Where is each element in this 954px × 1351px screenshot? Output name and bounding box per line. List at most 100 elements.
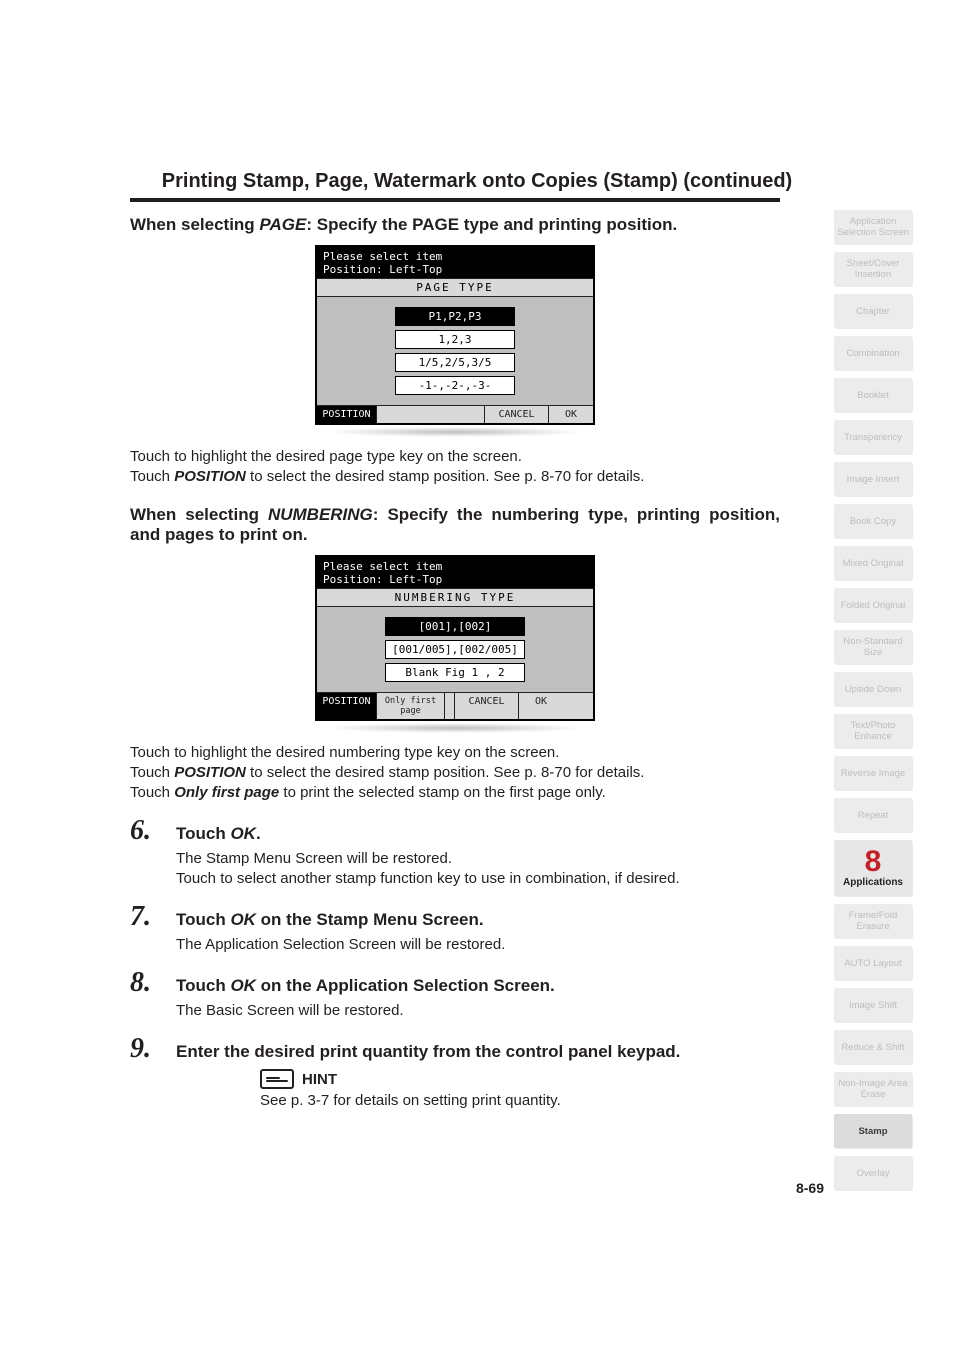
step-6: 6. Touch OK. The Stamp Menu Screen will … — [130, 817, 780, 889]
lcd-option[interactable]: 1,2,3 — [395, 330, 515, 349]
lcd-section-label: PAGE TYPE — [317, 278, 593, 297]
step-9: 9. Enter the desired print quantity from… — [130, 1035, 780, 1109]
text-em: Only first page — [174, 784, 279, 801]
sidebar-item[interactable]: Non-Standard Size — [834, 630, 912, 664]
lcd-header: Please select item Position: Left-Top — [317, 247, 593, 278]
hint-block: HINT See p. 3-7 for details on setting p… — [260, 1069, 780, 1109]
sidebar-item[interactable]: Combination — [834, 336, 912, 370]
step-title: Touch OK on the Application Selection Sc… — [176, 976, 555, 996]
step-number: 6. — [130, 817, 164, 845]
text: When selecting — [130, 215, 259, 234]
text: : Specify the PAGE type and printing pos… — [306, 215, 677, 234]
sidebar-item[interactable]: Repeat — [834, 798, 912, 832]
lcd-option[interactable]: [001],[002] — [385, 617, 525, 636]
text: Touch — [130, 784, 174, 801]
sidebar-item[interactable]: Frame/Fold Erasure — [834, 904, 912, 938]
lcd-line1: Please select item — [323, 250, 587, 263]
lcd-line1: Please select item — [323, 560, 587, 573]
page-number: 8-69 — [796, 1180, 824, 1196]
text-em: PAGE — [259, 215, 306, 234]
text-em: OK — [230, 910, 256, 929]
sidebar-item[interactable]: Application Selection Screen — [834, 210, 912, 244]
lcd-cancel-button[interactable]: CANCEL — [485, 406, 549, 423]
sidebar-item[interactable]: Overlay — [834, 1156, 912, 1190]
text: Enter the desired print quantity from th… — [176, 1042, 680, 1061]
lcd-shadow — [325, 723, 585, 733]
step-number: 8. — [130, 969, 164, 997]
step-title: Touch OK on the Stamp Menu Screen. — [176, 910, 484, 930]
hint-icon — [260, 1069, 294, 1089]
sidebar-item[interactable]: Booklet — [834, 378, 912, 412]
lcd-ok-button[interactable]: OK — [549, 406, 593, 423]
lcd-shadow — [325, 427, 585, 437]
text-em: OK — [230, 824, 256, 843]
header-rule — [130, 198, 780, 202]
text: Touch — [130, 468, 174, 485]
step-body-line: The Basic Screen will be restored. — [176, 1001, 780, 1021]
step-title: Touch OK. — [176, 824, 261, 844]
text: on the Application Selection Screen. — [256, 976, 555, 995]
sidebar-item[interactable]: Reduce & Shift — [834, 1030, 912, 1064]
step-body-line: Touch to select another stamp function k… — [176, 869, 780, 889]
text: to select the desired stamp position. Se… — [246, 468, 645, 485]
sidebar-item[interactable]: Transparency — [834, 420, 912, 454]
lcd-page-type: Please select item Position: Left-Top PA… — [315, 245, 595, 425]
text: to select the desired stamp position. Se… — [246, 764, 645, 781]
sidebar-item[interactable]: Text/Photo Enhance — [834, 714, 912, 748]
badge-number: 8 — [865, 849, 882, 875]
sidebar-item[interactable]: Sheet/Cover Insertion — [834, 252, 912, 286]
lcd-numbering-type: Please select item Position: Left-Top NU… — [315, 555, 595, 721]
sidebar-item[interactable]: Non-Image Area Erase — [834, 1072, 912, 1106]
lcd-option[interactable]: Blank Fig 1 , 2 — [385, 663, 525, 682]
hint-label: HINT — [302, 1071, 337, 1088]
text-em: OK — [230, 976, 256, 995]
section-page-heading: When selecting PAGE: Specify the PAGE ty… — [130, 215, 780, 235]
text-line: Touch to highlight the desired page type… — [130, 447, 780, 467]
lcd-spacer — [445, 693, 455, 719]
sidebar-item[interactable]: Folded Original — [834, 588, 912, 622]
lcd-option[interactable]: -1-,-2-,-3- — [395, 376, 515, 395]
text-em: POSITION — [174, 764, 246, 781]
text: When selecting — [130, 505, 268, 524]
sidebar-item[interactable]: Reverse Image — [834, 756, 912, 790]
lcd-option[interactable]: [001/005],[002/005] — [385, 640, 525, 659]
sidebar-item[interactable]: Chapter — [834, 294, 912, 328]
sidebar-item-stamp[interactable]: Stamp — [834, 1114, 912, 1148]
text: to print the selected stamp on the first… — [279, 784, 606, 801]
section-numbering-para: Touch to highlight the desired numbering… — [130, 743, 780, 803]
step-7: 7. Touch OK on the Stamp Menu Screen. Th… — [130, 903, 780, 955]
step-body-line: The Stamp Menu Screen will be restored. — [176, 849, 780, 869]
lcd-cancel-button[interactable]: CANCEL — [455, 693, 519, 719]
lcd-spacer — [377, 406, 485, 423]
text: Touch — [130, 764, 174, 781]
sidebar-item[interactable]: AUTO Layout — [834, 946, 912, 980]
lcd-section-label: NUMBERING TYPE — [317, 588, 593, 607]
lcd-position-button[interactable]: POSITION — [317, 406, 377, 423]
page-title: Printing Stamp, Page, Watermark onto Cop… — [0, 170, 954, 193]
lcd-only-first-page-button[interactable]: Only first page — [377, 693, 445, 719]
section-numbering-heading: When selecting NUMBERING: Specify the nu… — [130, 505, 780, 545]
lcd-line2: Position: Left-Top — [323, 263, 587, 276]
hint-text: See p. 3-7 for details on setting print … — [260, 1092, 780, 1109]
sidebar-item[interactable]: Image Insert — [834, 462, 912, 496]
section-page-para: Touch to highlight the desired page type… — [130, 447, 780, 487]
lcd-header: Please select item Position: Left-Top — [317, 557, 593, 588]
text: . — [256, 824, 261, 843]
text-em: POSITION — [174, 468, 246, 485]
text-em: NUMBERING — [268, 505, 373, 524]
lcd-option[interactable]: 1/5,2/5,3/5 — [395, 353, 515, 372]
lcd-position-button[interactable]: POSITION — [317, 693, 377, 719]
lcd-option[interactable]: P1,P2,P3 — [395, 307, 515, 326]
sidebar-item[interactable]: Book Copy — [834, 504, 912, 538]
sidebar-item[interactable]: Mixed Original — [834, 546, 912, 580]
text-line: Touch to highlight the desired numbering… — [130, 743, 780, 763]
sidebar-badge-applications[interactable]: 8 Applications — [834, 840, 912, 896]
lcd-ok-button[interactable]: OK — [519, 693, 563, 719]
step-title: Enter the desired print quantity from th… — [176, 1042, 680, 1062]
sidebar-item[interactable]: Image Shift — [834, 988, 912, 1022]
text: Touch — [176, 824, 230, 843]
step-number: 7. — [130, 903, 164, 931]
badge-label: Applications — [843, 877, 903, 888]
step-number: 9. — [130, 1035, 164, 1063]
sidebar-item[interactable]: Upside Down — [834, 672, 912, 706]
